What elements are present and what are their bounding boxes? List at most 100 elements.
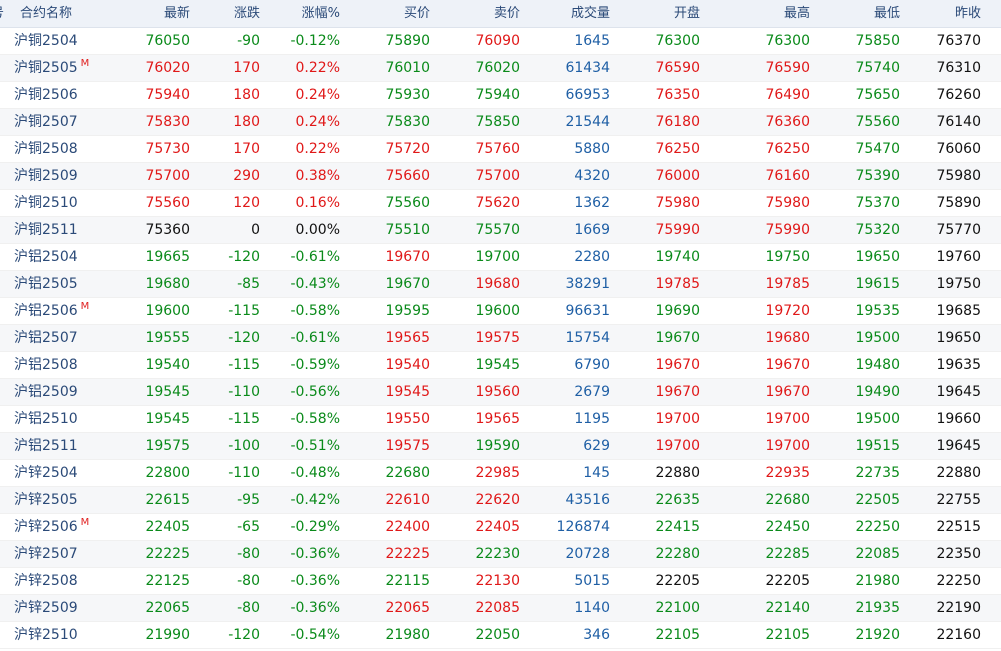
table-row[interactable]: 沪锌2509 22065 -80 -0.36% 22065 22085 1140 22100 2… <box>0 595 1001 622</box>
bid-cell: 19540 <box>385 357 430 373</box>
bid-cell: 19575 <box>385 438 430 454</box>
vol-cell: 5880 <box>574 141 610 157</box>
table-row[interactable]: 沪铝2510 19545 -115 -0.58% 19550 19565 1195 19700… <box>0 406 1001 433</box>
contract-name: 沪铝2510 <box>14 411 78 427</box>
chg-cell: -120 <box>228 330 260 346</box>
last-cell: 22615 <box>145 492 190 508</box>
open-cell: 22880 <box>655 465 700 481</box>
bid-cell: 75560 <box>385 195 430 211</box>
table-row[interactable]: 沪铝2511 19575 -100 -0.51% 19575 19590 629 19700 1… <box>0 433 1001 460</box>
low-cell: 19535 <box>855 303 900 319</box>
col-pct-header[interactable]: 涨幅% <box>262 0 340 27</box>
ask-cell: 76020 <box>475 60 520 76</box>
table-row[interactable]: 沪铝2504 19665 -120 -0.61% 19670 19700 2280 19740… <box>0 244 1001 271</box>
open-cell: 76000 <box>655 168 700 184</box>
table-row[interactable]: 沪铜2505 M 76020 170 0.22% 76010 76020 61434 76590… <box>0 55 1001 82</box>
chg-cell: 180 <box>233 87 260 103</box>
bid-cell: 75890 <box>385 33 430 49</box>
col-open-header[interactable]: 开盘 <box>620 0 700 27</box>
table-row[interactable]: 沪铜2510 75560 120 0.16% 75560 75620 1362 75980 75… <box>0 190 1001 217</box>
prev-cell: 75770 <box>936 222 981 238</box>
chg-cell: -110 <box>228 465 260 481</box>
table-row[interactable]: 沪铝2508 19540 -115 -0.59% 19540 19545 6790 19670… <box>0 352 1001 379</box>
col-prev-header[interactable]: 昨收 <box>900 0 981 27</box>
col-num-header[interactable]: 号 <box>0 0 4 27</box>
ask-cell: 19545 <box>475 357 520 373</box>
ask-cell: 19560 <box>475 384 520 400</box>
vol-cell: 1362 <box>574 195 610 211</box>
pct-cell: -0.12% <box>290 33 340 49</box>
prev-cell: 76370 <box>936 33 981 49</box>
last-cell: 75560 <box>145 195 190 211</box>
pct-cell: 0.38% <box>295 168 340 184</box>
last-cell: 22800 <box>145 465 190 481</box>
high-cell: 19670 <box>765 384 810 400</box>
high-cell: 22105 <box>765 627 810 643</box>
col-ask-header[interactable]: 卖价 <box>440 0 520 27</box>
ask-cell: 22405 <box>475 519 520 535</box>
table-row[interactable]: 沪锌2504 22800 -110 -0.48% 22680 22985 145 22880 2… <box>0 460 1001 487</box>
last-cell: 19545 <box>145 384 190 400</box>
pct-cell: -0.36% <box>290 600 340 616</box>
chg-cell: -90 <box>237 33 260 49</box>
quote-table: 号 合约名称 最新 涨跌 涨幅% 买价 卖价 成交量 开盘 最高 最低 昨收 沪… <box>0 0 1001 649</box>
table-row[interactable]: 沪铝2509 19545 -110 -0.56% 19545 19560 2679 19670… <box>0 379 1001 406</box>
bid-cell: 22225 <box>385 546 430 562</box>
vol-cell: 2679 <box>574 384 610 400</box>
prev-cell: 22755 <box>936 492 981 508</box>
prev-cell: 22515 <box>936 519 981 535</box>
table-row[interactable]: 沪铜2507 75830 180 0.24% 75830 75850 21544 76180 7… <box>0 109 1001 136</box>
open-cell: 75990 <box>655 222 700 238</box>
open-cell: 76590 <box>655 60 700 76</box>
table-row[interactable]: 沪锌2508 22125 -80 -0.36% 22115 22130 5015 22205 2… <box>0 568 1001 595</box>
table-row[interactable]: 沪铜2509 75700 290 0.38% 75660 75700 4320 76000 76… <box>0 163 1001 190</box>
table-row[interactable]: 沪锌2505 22615 -95 -0.42% 22610 22620 43516 22635… <box>0 487 1001 514</box>
last-cell: 76050 <box>145 33 190 49</box>
chg-cell: -100 <box>228 438 260 454</box>
open-cell: 22280 <box>655 546 700 562</box>
table-row[interactable]: 沪铜2504 76050 -90 -0.12% 75890 76090 1645 76300 7… <box>0 28 1001 55</box>
bid-cell: 75720 <box>385 141 430 157</box>
open-cell: 19670 <box>655 384 700 400</box>
col-bid-header[interactable]: 买价 <box>350 0 430 27</box>
low-cell: 22735 <box>855 465 900 481</box>
bid-cell: 75930 <box>385 87 430 103</box>
table-row[interactable]: 沪铜2511 75360 0 0.00% 75510 75570 1669 75990 7599… <box>0 217 1001 244</box>
open-cell: 75980 <box>655 195 700 211</box>
open-cell: 22635 <box>655 492 700 508</box>
table-row[interactable]: 沪锌2507 22225 -80 -0.36% 22225 22230 20728 22280… <box>0 541 1001 568</box>
col-last-header[interactable]: 最新 <box>110 0 190 27</box>
table-row[interactable]: 沪铝2505 19680 -85 -0.43% 19670 19680 38291 19785… <box>0 271 1001 298</box>
low-cell: 75850 <box>855 33 900 49</box>
high-cell: 19785 <box>765 276 810 292</box>
ask-cell: 76090 <box>475 33 520 49</box>
high-cell: 22680 <box>765 492 810 508</box>
high-cell: 76250 <box>765 141 810 157</box>
vol-cell: 1645 <box>574 33 610 49</box>
col-low-header[interactable]: 最低 <box>820 0 900 27</box>
prev-cell: 22160 <box>936 627 981 643</box>
table-row[interactable]: 沪锌2510 21990 -120 -0.54% 21980 22050 346 22105 2… <box>0 622 1001 649</box>
col-chg-header[interactable]: 涨跌 <box>190 0 260 27</box>
col-high-header[interactable]: 最高 <box>730 0 810 27</box>
low-cell: 19615 <box>855 276 900 292</box>
vol-cell: 20728 <box>565 546 610 562</box>
bid-cell: 19565 <box>385 330 430 346</box>
high-cell: 76590 <box>765 60 810 76</box>
contract-name: 沪锌2504 <box>14 465 78 481</box>
prev-cell: 19685 <box>936 303 981 319</box>
low-cell: 21935 <box>855 600 900 616</box>
pct-cell: -0.58% <box>290 411 340 427</box>
table-row[interactable]: 沪铝2507 19555 -120 -0.61% 19565 19575 15754 1967… <box>0 325 1001 352</box>
vol-cell: 1195 <box>574 411 610 427</box>
table-row[interactable]: 沪铜2506 75940 180 0.24% 75930 75940 66953 76350 7… <box>0 82 1001 109</box>
contract-name: 沪铜2509 <box>14 168 78 184</box>
low-cell: 75370 <box>855 195 900 211</box>
col-vol-header[interactable]: 成交量 <box>525 0 610 27</box>
table-row[interactable]: 沪锌2506 M 22405 -65 -0.29% 22400 22405 126874 224… <box>0 514 1001 541</box>
contract-name: 沪锌2506 <box>14 519 78 535</box>
table-row[interactable]: 沪铜2508 75730 170 0.22% 75720 75760 5880 76250 76… <box>0 136 1001 163</box>
high-cell: 22450 <box>765 519 810 535</box>
chg-cell: -95 <box>237 492 260 508</box>
table-row[interactable]: 沪铝2506 M 19600 -115 -0.58% 19595 19600 96631 196… <box>0 298 1001 325</box>
